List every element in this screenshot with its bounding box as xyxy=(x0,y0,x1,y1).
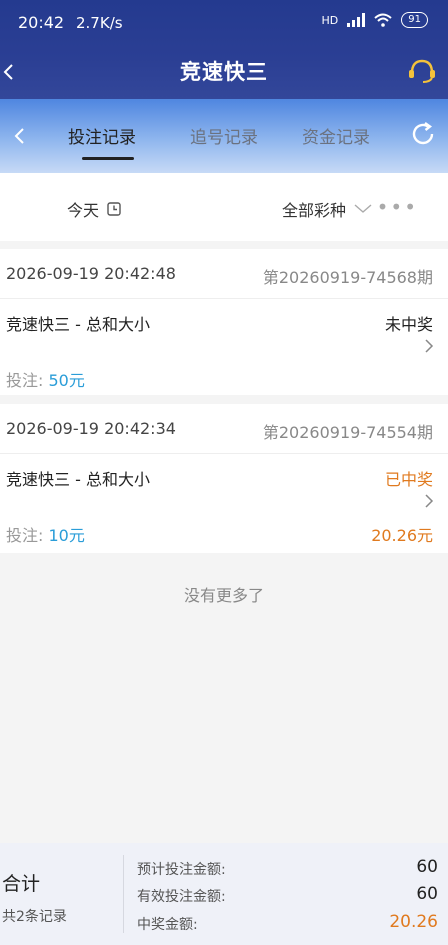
status-time: 20:42 xyxy=(18,13,65,32)
tab-fund-records[interactable]: 资金记录 xyxy=(302,123,370,148)
bet-label: 投注: xyxy=(6,526,44,545)
tab-chase-records[interactable]: 追号记录 xyxy=(190,123,258,148)
bet-record-card[interactable]: 2026-09-19 20:42:48 第20260919-74568期 竞速快… xyxy=(0,249,448,395)
record-bet: 投注: 50元 xyxy=(6,367,85,391)
record-game: 竞速快三 - 总和大小 xyxy=(6,470,150,489)
app-header: 20:42 2.7K/s HD 91 竞速快三 xyxy=(0,0,448,99)
summary-expected-label: 预计投注金额: xyxy=(137,862,226,878)
clock-icon xyxy=(107,202,121,216)
active-tab-indicator xyxy=(82,157,134,160)
bet-label: 投注: xyxy=(6,371,44,390)
record-bet: 投注: 10元 xyxy=(6,522,85,546)
record-issue: 第20260919-74568期 xyxy=(262,268,433,287)
chevron-right-icon[interactable] xyxy=(423,337,435,355)
lottery-type-label: 全部彩种 xyxy=(282,201,347,220)
summary-valid-value: 60 xyxy=(416,884,438,904)
bet-record-card[interactable]: 2026-09-19 20:42:34 第20260919-74554期 竞速快… xyxy=(0,404,448,553)
summary-panel: 合计 共2条记录 预计投注金额: 60 有效投注金额: 60 中奖金额: 20.… xyxy=(0,843,448,945)
wifi-icon xyxy=(374,13,392,27)
record-issue: 第20260919-74554期 xyxy=(262,423,433,442)
date-filter[interactable]: 今天 xyxy=(67,197,121,221)
page-title: 竞速快三 xyxy=(180,60,268,84)
record-result: 已中奖 xyxy=(384,470,433,489)
summary-count: 共2条记录 xyxy=(2,909,67,925)
date-filter-label: 今天 xyxy=(67,201,100,220)
bet-amount: 50元 xyxy=(48,371,85,390)
lottery-type-filter[interactable]: 全部彩种 xyxy=(282,197,372,221)
battery-icon: 91 xyxy=(401,12,428,28)
network-type: HD xyxy=(321,13,339,27)
record-tabs: 投注记录 追号记录 资金记录 xyxy=(0,99,448,173)
summary-prize-label: 中奖金额: xyxy=(137,917,198,933)
record-header-row: 2026-09-19 20:42:34 第20260919-74554期 xyxy=(0,404,448,454)
tab-bet-records[interactable]: 投注记录 xyxy=(68,123,136,148)
summary-prize-value: 20.26 xyxy=(389,912,438,932)
record-prize: 20.26元 xyxy=(371,526,433,545)
record-datetime: 2026-09-19 20:42:48 xyxy=(6,264,176,283)
record-game: 竞速快三 - 总和大小 xyxy=(6,315,150,334)
signal-icon xyxy=(347,13,366,27)
chevron-left-icon[interactable] xyxy=(6,121,34,151)
no-more-text: 没有更多了 xyxy=(183,586,264,605)
record-result: 未中奖 xyxy=(384,315,433,334)
status-bar: 20:42 2.7K/s HD 91 xyxy=(0,0,448,44)
bet-amount: 10元 xyxy=(48,526,85,545)
more-icon[interactable]: ••• xyxy=(377,195,418,219)
summary-title: 合计 xyxy=(2,873,41,895)
refresh-icon[interactable] xyxy=(408,119,438,149)
summary-valid-label: 有效投注金额: xyxy=(137,889,226,905)
chevron-right-icon[interactable] xyxy=(423,492,435,510)
filter-bar: 今天 全部彩种 ••• xyxy=(0,173,448,241)
record-header-row: 2026-09-19 20:42:48 第20260919-74568期 xyxy=(0,249,448,299)
summary-expected-value: 60 xyxy=(416,857,438,877)
headset-icon[interactable] xyxy=(406,56,438,86)
record-datetime: 2026-09-19 20:42:34 xyxy=(6,419,176,438)
status-net-speed: 2.7K/s xyxy=(76,14,123,32)
status-icons: HD 91 xyxy=(322,12,428,28)
chevron-down-icon xyxy=(354,204,372,213)
summary-divider xyxy=(123,855,124,933)
